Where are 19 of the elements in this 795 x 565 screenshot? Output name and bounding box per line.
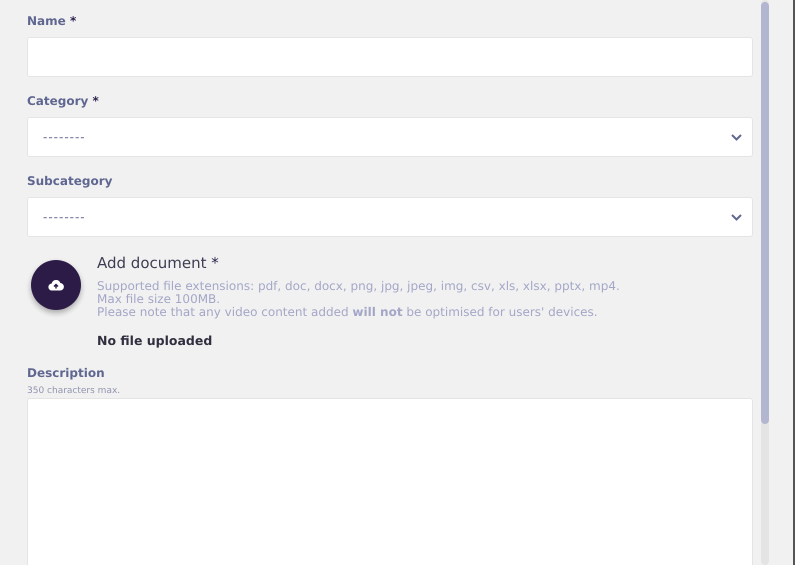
info-text: Supported file extensions: pdf, doc, docx, png, jpg, jpeg, img, csv, xls, xlsx, pptx, mp4. (97, 280, 620, 293)
info-text: Max file size 100MB. (97, 293, 222, 306)
info-text: Please note that any video content added will not be optimised for users' devices. (97, 306, 599, 319)
upload-status: No file uploaded (97, 333, 214, 348)
field-hint: 350 characters max. (27, 386, 122, 396)
cloud-upload-icon (48, 279, 64, 291)
select-field[interactable]: -------- (27, 197, 753, 237)
field-label: Category * (27, 94, 100, 110)
text-field[interactable] (27, 37, 753, 77)
scrollbar[interactable] (761, 0, 769, 565)
chevron-down-icon (731, 134, 742, 140)
field-label: Description (27, 366, 106, 382)
upload-button[interactable] (31, 260, 81, 310)
field-label: Name * (27, 14, 78, 30)
upload-title: Add document * (97, 254, 220, 272)
description-field[interactable] (27, 398, 753, 565)
select-field[interactable]: -------- (27, 117, 753, 157)
chevron-down-icon (731, 214, 742, 220)
field-label: Subcategory (27, 174, 114, 190)
